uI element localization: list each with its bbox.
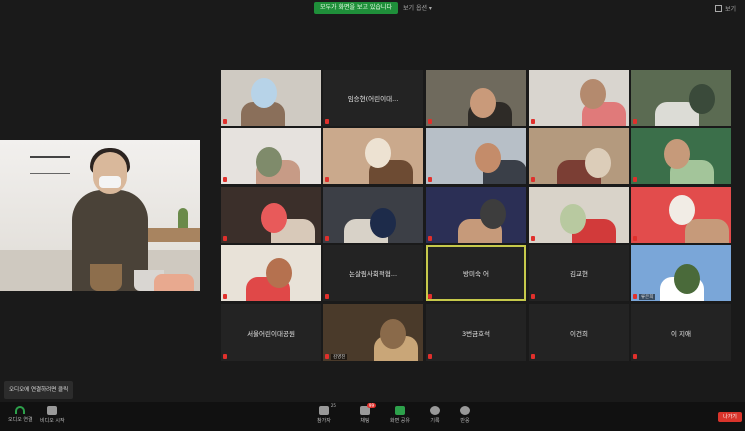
share-screen-icon — [395, 406, 405, 415]
participants-icon: 25 — [318, 403, 336, 415]
participant-tile[interactable]: 임승현(어린이대... — [323, 70, 423, 126]
muted-mic-icon — [633, 236, 637, 241]
participant-name: 이 지애 — [670, 329, 691, 338]
participant-tile[interactable] — [426, 187, 526, 243]
participant-tile[interactable]: 류은희 — [631, 245, 731, 301]
participant-tile[interactable]: 김교현 — [529, 245, 629, 301]
participant-tile[interactable] — [221, 70, 321, 126]
smiley-icon — [460, 406, 470, 415]
participant-tile[interactable]: 서울어린이대공원 — [221, 304, 321, 361]
muted-mic-icon — [223, 177, 227, 182]
participant-tile[interactable] — [631, 187, 731, 243]
view-label: 보기 — [725, 6, 737, 13]
participant-tile[interactable]: 방미숙 어 — [426, 245, 526, 301]
participant-tile[interactable] — [426, 70, 526, 126]
participant-tile[interactable] — [323, 128, 423, 184]
video-button[interactable]: 비디오 시작 — [40, 406, 65, 424]
record-icon — [430, 406, 440, 415]
muted-mic-icon — [531, 236, 535, 241]
participant-tile[interactable] — [529, 187, 629, 243]
muted-mic-icon — [223, 119, 227, 124]
participant-name: 임승현(어린이대... — [347, 95, 399, 103]
participant-tile[interactable] — [529, 128, 629, 184]
participant-tile[interactable] — [323, 187, 423, 243]
grid-view-icon — [715, 5, 722, 12]
muted-mic-icon — [325, 236, 329, 241]
muted-mic-icon — [428, 354, 432, 359]
muted-mic-icon — [633, 354, 637, 359]
muted-mic-icon — [223, 236, 227, 241]
headphone-icon — [15, 406, 26, 414]
participant-name: 방미숙 어 — [463, 270, 489, 278]
participant-label: 김영진 — [331, 354, 348, 360]
share-screen-button[interactable]: 화면 공유 — [390, 406, 410, 424]
audio-button[interactable]: 오디오 연결 — [8, 406, 33, 423]
top-bar: 모두가 화면을 보고 있습니다 보기 옵션 ▾ 보기 — [0, 0, 745, 18]
participant-label: 류은희 — [639, 294, 656, 300]
muted-mic-icon — [531, 119, 535, 124]
participants-button[interactable]: 25 참가자 — [317, 403, 336, 424]
muted-mic-icon — [223, 354, 227, 359]
muted-mic-icon — [325, 177, 329, 182]
participant-tile[interactable] — [221, 245, 321, 301]
participant-tile[interactable] — [529, 70, 629, 126]
participant-tile[interactable] — [631, 70, 731, 126]
muted-mic-icon — [633, 177, 637, 182]
muted-mic-icon — [325, 354, 329, 359]
participant-tile[interactable]: 논살림사회적협... — [323, 245, 423, 301]
muted-mic-icon — [428, 294, 432, 299]
participant-name: 김교현 — [570, 270, 588, 278]
participant-name: 서울어린이대공원 — [247, 329, 295, 338]
muted-mic-icon — [428, 236, 432, 241]
muted-mic-icon — [428, 177, 432, 182]
participant-name: 논살림사회적협... — [348, 270, 398, 278]
reactions-button[interactable]: 반응 — [460, 406, 470, 424]
participant-name: 3번금호석 — [461, 329, 491, 338]
leave-button[interactable]: 나가기 — [718, 412, 742, 422]
participant-tile[interactable]: 이 지애 — [631, 304, 731, 361]
video-off-icon — [47, 406, 58, 415]
muted-mic-icon — [531, 177, 535, 182]
meeting-toolbar: 오디오 연결 비디오 시작 25 참가자 99 채팅 화면 공유 기록 반응 — [0, 402, 745, 431]
participant-tile[interactable] — [221, 187, 321, 243]
muted-mic-icon — [633, 119, 637, 124]
chat-badge: 99 — [366, 403, 376, 408]
participant-tile[interactable] — [221, 128, 321, 184]
chat-button[interactable]: 99 채팅 — [360, 403, 376, 424]
screen-share-badge[interactable]: 모두가 화면을 보고 있습니다 — [314, 2, 398, 14]
muted-mic-icon — [531, 354, 535, 359]
audio-tooltip: 오디오에 연결하려면 클릭 — [4, 381, 74, 399]
view-button[interactable]: 보기 — [715, 4, 736, 13]
muted-mic-icon — [531, 294, 535, 299]
view-options-menu[interactable]: 보기 옵션 ▾ — [403, 3, 432, 12]
participant-name: 이건희 — [570, 329, 588, 338]
participant-tile[interactable] — [426, 128, 526, 184]
participant-tile[interactable] — [631, 128, 731, 184]
participant-tile[interactable]: 이건희 — [529, 304, 629, 361]
record-button[interactable]: 기록 — [430, 406, 440, 424]
chat-icon: 99 — [360, 403, 376, 415]
muted-mic-icon — [325, 294, 329, 299]
participant-tile[interactable]: 김영진 — [323, 304, 423, 361]
participant-tile[interactable]: 3번금호석 — [426, 304, 526, 361]
muted-mic-icon — [223, 294, 227, 299]
muted-mic-icon — [428, 119, 432, 124]
muted-mic-icon — [325, 119, 329, 124]
muted-mic-icon — [633, 294, 637, 299]
speaker-video[interactable] — [0, 140, 200, 291]
